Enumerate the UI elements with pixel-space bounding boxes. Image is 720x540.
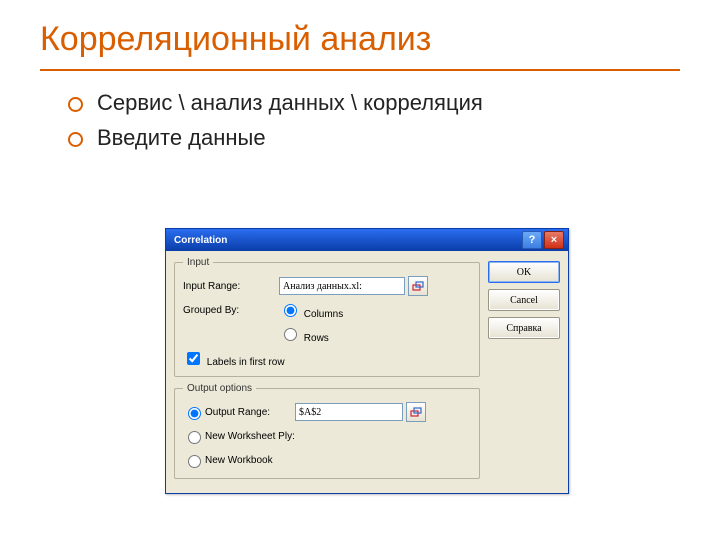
close-icon[interactable]: × bbox=[544, 231, 564, 249]
dialog-titlebar[interactable]: Correlation ? × bbox=[166, 229, 568, 251]
labels-checkbox-label: Labels in first row bbox=[207, 357, 285, 368]
labels-first-row-option[interactable]: Labels in first row bbox=[183, 349, 285, 368]
ok-button[interactable]: OK bbox=[488, 261, 560, 283]
new-workbook-label: New Workbook bbox=[205, 455, 273, 466]
list-item: Введите данные bbox=[68, 124, 660, 153]
title-underline bbox=[40, 69, 680, 71]
dialog-body: Input Input Range: Grouped By: bbox=[166, 251, 568, 493]
new-worksheet-option[interactable]: New Worksheet Ply: bbox=[183, 428, 295, 444]
help-button[interactable]: Справка bbox=[488, 317, 560, 339]
rows-radio-label: Rows bbox=[304, 333, 329, 344]
bullet-icon bbox=[68, 132, 83, 147]
cancel-button[interactable]: Cancel bbox=[488, 289, 560, 311]
input-legend: Input bbox=[183, 257, 213, 268]
help-icon[interactable]: ? bbox=[522, 231, 542, 249]
input-range-field[interactable] bbox=[279, 277, 405, 295]
slide-title: Корреляционный анализ bbox=[0, 0, 720, 65]
list-item: Сервис \ анализ данных \ корреляция bbox=[68, 89, 660, 118]
range-picker-icon[interactable] bbox=[406, 402, 426, 422]
bullet-text: Сервис \ анализ данных \ корреляция bbox=[97, 89, 483, 118]
output-range-radio[interactable] bbox=[188, 407, 201, 420]
new-worksheet-radio[interactable] bbox=[188, 431, 201, 444]
correlation-dialog: Correlation ? × Input Input Range: Gro bbox=[165, 228, 569, 494]
new-workbook-radio[interactable] bbox=[188, 455, 201, 468]
columns-radio-label: Columns bbox=[304, 309, 343, 320]
bullet-list: Сервис \ анализ данных \ корреляция Введ… bbox=[0, 89, 720, 152]
output-legend: Output options bbox=[183, 383, 256, 394]
bullet-text: Введите данные bbox=[97, 124, 266, 153]
dialog-title: Correlation bbox=[170, 235, 227, 246]
output-range-option[interactable]: Output Range: bbox=[183, 404, 295, 420]
labels-checkbox[interactable] bbox=[187, 352, 200, 365]
columns-radio[interactable] bbox=[284, 304, 297, 317]
bullet-icon bbox=[68, 97, 83, 112]
input-range-label: Input Range: bbox=[183, 281, 279, 292]
output-range-field[interactable] bbox=[295, 403, 403, 421]
range-picker-icon[interactable] bbox=[408, 276, 428, 296]
new-worksheet-label: New Worksheet Ply: bbox=[205, 431, 295, 442]
grouped-by-rows-option[interactable]: Rows bbox=[279, 325, 329, 344]
new-workbook-option[interactable]: New Workbook bbox=[183, 452, 273, 468]
output-range-label: Output Range: bbox=[205, 407, 270, 418]
grouped-by-columns-option[interactable]: Columns bbox=[279, 301, 343, 320]
grouped-by-label: Grouped By: bbox=[183, 305, 279, 316]
input-group: Input Input Range: Grouped By: bbox=[174, 257, 480, 377]
output-group: Output options Output Range: bbox=[174, 383, 480, 479]
rows-radio[interactable] bbox=[284, 328, 297, 341]
